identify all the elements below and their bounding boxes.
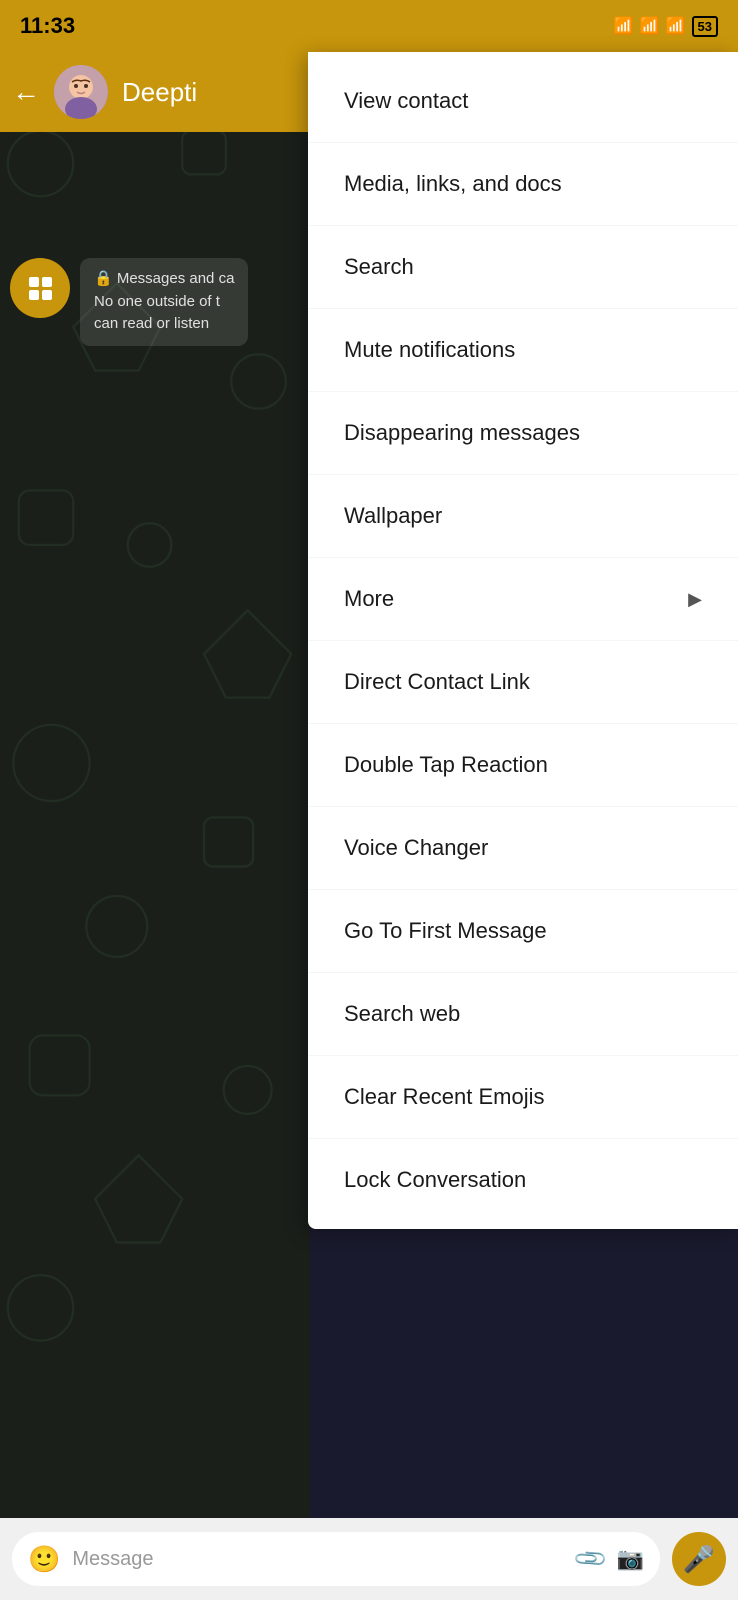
message-input-wrap: 🙂 Message 📎 📷 <box>12 1532 660 1586</box>
attachment-icon[interactable]: 📎 <box>572 1540 610 1578</box>
wifi-icon: 📶 <box>614 16 634 36</box>
status-icons: 📶 📶 📶 53 <box>614 16 718 37</box>
status-bar: 11:33 📶 📶 📶 53 <box>0 0 738 52</box>
bubble-message2: No one outside of t <box>94 291 234 314</box>
menu-item-wallpaper[interactable]: Wallpaper <box>308 475 738 558</box>
menu-item-direct-contact-link[interactable]: Direct Contact Link <box>308 641 738 724</box>
menu-item-lock-conversation[interactable]: Lock Conversation <box>308 1139 738 1221</box>
emoji-icon[interactable]: 🙂 <box>28 1544 60 1575</box>
menu-item-label: Search web <box>344 1001 460 1027</box>
bubble-text: 🔒 Messages and ca No one outside of t ca… <box>80 258 248 346</box>
menu-item-mute-notifications[interactable]: Mute notifications <box>308 309 738 392</box>
signal-icon2: 📶 <box>666 16 686 36</box>
avatar <box>54 65 108 119</box>
battery-icon: 53 <box>692 16 718 37</box>
menu-item-search-web[interactable]: Search web <box>308 973 738 1056</box>
avatar-image <box>54 65 108 119</box>
menu-item-label: View contact <box>344 88 468 114</box>
menu-item-more[interactable]: More ▶ <box>308 558 738 641</box>
menu-item-label: More <box>344 586 394 612</box>
bubble-message3: can read or listen <box>94 313 234 336</box>
menu-item-view-contact[interactable]: View contact <box>308 60 738 143</box>
menu-item-voice-changer[interactable]: Voice Changer <box>308 807 738 890</box>
menu-item-label: Go To First Message <box>344 918 547 944</box>
input-bar: 🙂 Message 📎 📷 🎤 <box>0 1518 738 1600</box>
menu-item-label: Lock Conversation <box>344 1167 526 1193</box>
menu-item-label: Double Tap Reaction <box>344 752 548 778</box>
menu-item-label: Clear Recent Emojis <box>344 1084 545 1110</box>
mic-button[interactable]: 🎤 <box>672 1532 726 1586</box>
dot3 <box>29 290 39 300</box>
menu-item-search[interactable]: Search <box>308 226 738 309</box>
menu-item-label: Mute notifications <box>344 337 515 363</box>
back-button[interactable]: ← <box>12 76 40 108</box>
mic-icon: 🎤 <box>683 1544 715 1575</box>
menu-item-label: Voice Changer <box>344 835 488 861</box>
dot4 <box>42 290 52 300</box>
menu-item-label: Media, links, and docs <box>344 171 562 197</box>
menu-item-double-tap-reaction[interactable]: Double Tap Reaction <box>308 724 738 807</box>
menu-item-disappearing-messages[interactable]: Disappearing messages <box>308 392 738 475</box>
menu-item-go-to-first-message[interactable]: Go To First Message <box>308 890 738 973</box>
dropdown-menu: View contact Media, links, and docs Search… <box>308 52 738 1229</box>
menu-item-media,-links,-and-docs[interactable]: Media, links, and docs <box>308 143 738 226</box>
chat-background <box>0 0 310 1600</box>
menu-item-label: Direct Contact Link <box>344 669 530 695</box>
camera-icon[interactable]: 📷 <box>617 1546 644 1572</box>
menu-item-label: Disappearing messages <box>344 420 580 446</box>
message-placeholder[interactable]: Message <box>72 1548 565 1571</box>
menu-item-clear-recent-emojis[interactable]: Clear Recent Emojis <box>308 1056 738 1139</box>
menu-item-label: Wallpaper <box>344 503 442 529</box>
bubble-icon <box>10 258 70 318</box>
info-bubble: 🔒 Messages and ca No one outside of t ca… <box>10 258 248 346</box>
menu-item-label: Search <box>344 254 414 280</box>
dot2 <box>42 277 52 287</box>
chevron-right-icon: ▶ <box>688 589 702 610</box>
dot1 <box>29 277 39 287</box>
status-time: 11:33 <box>20 13 75 39</box>
signal-icon1: 📶 <box>640 16 660 36</box>
bubble-message: 🔒 Messages and ca <box>94 268 234 291</box>
